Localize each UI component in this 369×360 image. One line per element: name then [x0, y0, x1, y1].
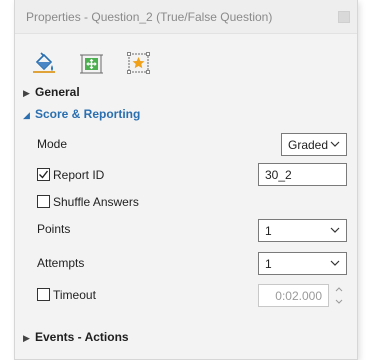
- report-id-input[interactable]: 30_2: [258, 163, 347, 186]
- section-general-label: General: [35, 85, 80, 99]
- chevron-down-icon: [330, 257, 340, 272]
- paint-bucket-icon[interactable]: [31, 50, 57, 76]
- report-id-checkbox[interactable]: [37, 168, 50, 181]
- section-score-label: Score & Reporting: [35, 107, 141, 121]
- timeout-checkbox[interactable]: [37, 288, 50, 301]
- report-id-label: Report ID: [53, 168, 105, 182]
- section-events-label: Events - Actions: [35, 330, 129, 344]
- chevron-down-icon: [330, 138, 340, 153]
- spin-down-icon[interactable]: [333, 296, 345, 307]
- attempts-select[interactable]: 1: [258, 252, 347, 275]
- mode-label: Mode: [37, 137, 68, 151]
- mode-select[interactable]: Graded: [281, 133, 347, 156]
- properties-panel: Properties - Question_2 (True/False Ques…: [14, 0, 358, 360]
- close-icon[interactable]: [338, 11, 350, 23]
- chevron-down-icon: ◢: [23, 110, 30, 120]
- timeout-label: Timeout: [53, 288, 96, 302]
- move-frame-icon[interactable]: [79, 50, 105, 76]
- timeout-spinner[interactable]: [333, 284, 345, 307]
- section-general[interactable]: ▶ General: [23, 85, 80, 99]
- timeout-input[interactable]: 0:02.000: [258, 284, 329, 307]
- points-value: 1: [265, 224, 272, 238]
- title-bar: Properties - Question_2 (True/False Ques…: [15, 0, 357, 34]
- chevron-down-icon: [330, 224, 340, 239]
- shuffle-answers-label: Shuffle Answers: [53, 195, 139, 209]
- spin-up-icon[interactable]: [333, 284, 345, 295]
- window-title: Properties - Question_2 (True/False Ques…: [26, 10, 273, 24]
- checkmark-icon: [39, 170, 49, 179]
- points-label: Points: [37, 222, 71, 236]
- section-score-reporting[interactable]: ◢ Score & Reporting: [23, 107, 140, 121]
- attempts-value: 1: [265, 257, 272, 271]
- points-select[interactable]: 1: [258, 219, 347, 242]
- section-events-actions[interactable]: ▶ Events - Actions: [23, 330, 129, 344]
- attempts-label: Attempts: [37, 256, 85, 270]
- mode-value: Graded: [288, 138, 329, 152]
- shuffle-answers-checkbox[interactable]: [37, 195, 50, 208]
- star-frame-icon[interactable]: [126, 50, 152, 76]
- chevron-right-icon: ▶: [23, 333, 30, 343]
- chevron-right-icon: ▶: [23, 88, 30, 98]
- toolbar: [15, 50, 357, 78]
